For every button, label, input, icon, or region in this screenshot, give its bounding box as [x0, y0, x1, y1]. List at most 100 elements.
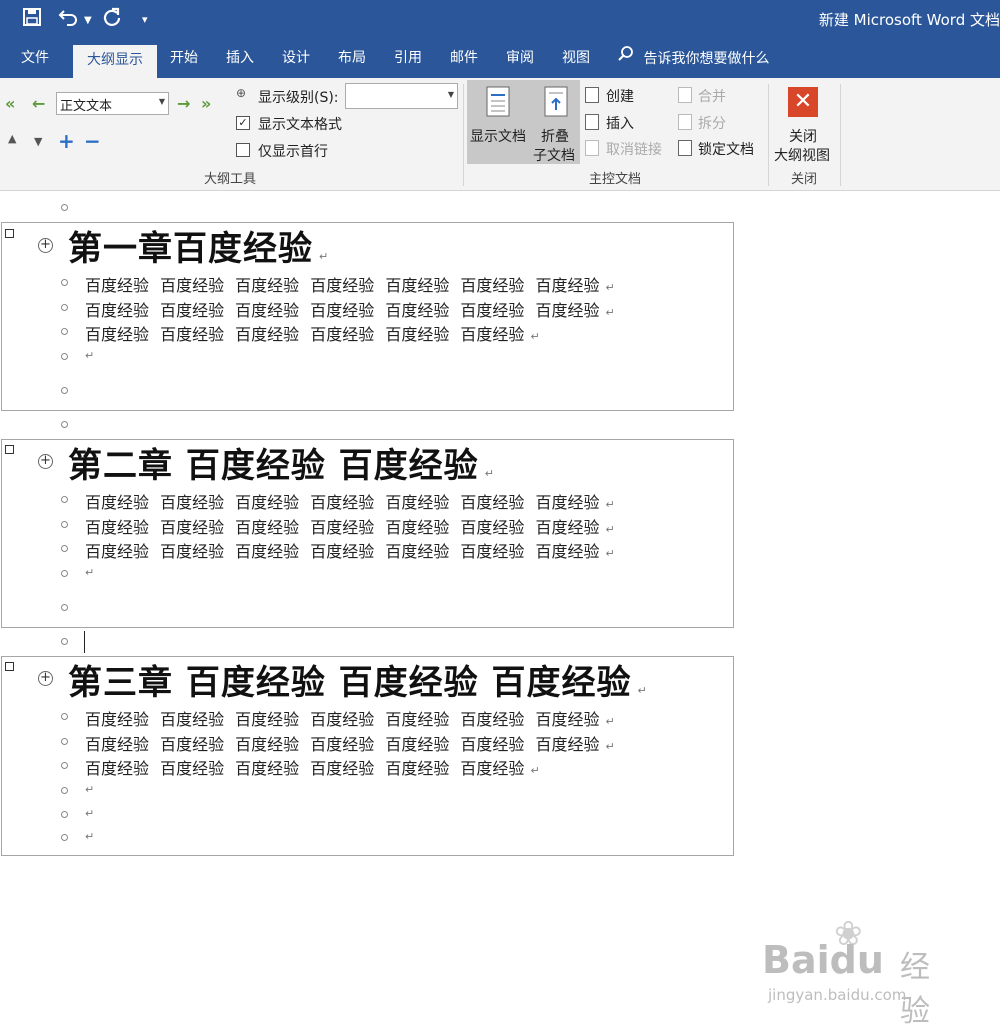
- redo-icon[interactable]: [102, 7, 122, 34]
- outline-bullet[interactable]: [61, 204, 68, 211]
- body-text-line[interactable]: 百度经验 百度经验 百度经验 百度经验 百度经验 百度经验 百度经验 ↵: [85, 272, 615, 296]
- body-text-line[interactable]: 百度经验 百度经验 百度经验 百度经验 百度经验 百度经验 百度经验 ↵: [85, 731, 615, 755]
- move-down-icon[interactable]: ▼: [34, 135, 42, 148]
- split-button[interactable]: 拆分: [698, 113, 726, 133]
- close-icon: ✕: [788, 87, 818, 117]
- outline-bullet[interactable]: [61, 353, 68, 360]
- unlink-button[interactable]: 取消链接: [606, 139, 662, 159]
- document-title: 新建 Microsoft Word 文档: [818, 11, 1000, 29]
- outline-level-select[interactable]: 正文文本 ▼: [56, 92, 169, 115]
- tab-review[interactable]: 审阅: [498, 41, 542, 78]
- outline-bullet[interactable]: [61, 387, 68, 394]
- insert-subdocument-icon: [585, 114, 599, 130]
- paragraph-mark: ↵: [319, 250, 330, 263]
- demote-to-body-text-icon[interactable]: »: [201, 94, 211, 113]
- body-text-line[interactable]: 百度经验 百度经验 百度经验 百度经验 百度经验 百度经验 ↵: [85, 755, 540, 779]
- show-document-label: 显示文档: [470, 129, 526, 145]
- outline-bullet[interactable]: [61, 570, 68, 577]
- chevron-down-icon: ▼: [447, 90, 454, 99]
- body-text-line[interactable]: 百度经验 百度经验 百度经验 百度经验 百度经验 百度经验 ↵: [85, 321, 540, 345]
- body-text-line[interactable]: 百度经验 百度经验 百度经验 百度经验 百度经验 百度经验 百度经验 ↵: [85, 297, 615, 321]
- outline-bullet[interactable]: [61, 279, 68, 286]
- watermark-brand: Baidu: [762, 938, 884, 982]
- lock-document-button[interactable]: 锁定文档: [698, 139, 754, 159]
- outline-bullet[interactable]: [61, 328, 68, 335]
- subdocument-icon[interactable]: [5, 445, 14, 454]
- promote-icon[interactable]: ←: [32, 94, 45, 113]
- outline-bullet[interactable]: [61, 834, 68, 841]
- expand-heading-icon[interactable]: +: [38, 671, 53, 686]
- chapter-heading[interactable]: 第三章 百度经验 百度经验 百度经验 ↵: [68, 655, 648, 704]
- customize-qat-icon[interactable]: ▾: [142, 8, 148, 32]
- outline-bullet[interactable]: [61, 787, 68, 794]
- save-icon[interactable]: [22, 7, 42, 34]
- first-line-only-checkbox[interactable]: [236, 143, 250, 157]
- merge-icon: [678, 87, 692, 103]
- outline-bullet[interactable]: [61, 521, 68, 528]
- paragraph-mark: ↵: [484, 467, 495, 480]
- body-text-line[interactable]: 百度经验 百度经验 百度经验 百度经验 百度经验 百度经验 百度经验 ↵: [85, 489, 615, 513]
- collapse-minus-icon[interactable]: −: [84, 129, 101, 153]
- subdocument-icon[interactable]: [5, 662, 14, 671]
- chapter-heading[interactable]: 第二章 百度经验 百度经验 ↵: [68, 438, 495, 487]
- collapse-label-line2[interactable]: 子文档: [533, 145, 575, 165]
- document-area[interactable]: + 第一章百度经验 ↵ 百度经验 百度经验 百度经验 百度经验 百度经验 百度经验…: [0, 191, 1000, 1029]
- outline-bullet[interactable]: [61, 421, 68, 428]
- expand-heading-icon[interactable]: +: [38, 238, 53, 253]
- tab-references[interactable]: 引用: [386, 41, 430, 78]
- watermark-url: jingyan.baidu.com: [768, 986, 907, 1004]
- tell-me-box[interactable]: 告诉我你想要做什么: [617, 41, 769, 78]
- tab-outline[interactable]: 大纲显示: [73, 45, 157, 78]
- show-document-icon: [486, 86, 512, 122]
- outline-bullet[interactable]: [61, 304, 68, 311]
- outline-bullet[interactable]: [61, 713, 68, 720]
- outline-bullet[interactable]: [61, 738, 68, 745]
- demote-icon[interactable]: →: [177, 94, 190, 113]
- outline-bullet[interactable]: [61, 604, 68, 611]
- outline-bullet[interactable]: [61, 545, 68, 552]
- promote-to-heading1-icon[interactable]: «: [5, 94, 15, 113]
- insert-subdocument-button[interactable]: 插入: [606, 113, 634, 133]
- body-text-line[interactable]: 百度经验 百度经验 百度经验 百度经验 百度经验 百度经验 百度经验 ↵: [85, 538, 615, 562]
- paragraph-mark: ↵: [605, 715, 615, 728]
- chapter-heading[interactable]: 第一章百度经验 ↵: [68, 221, 329, 270]
- body-text: 百度经验 百度经验 百度经验 百度经验 百度经验 百度经验 百度经验: [85, 493, 600, 512]
- search-icon: [617, 41, 635, 78]
- undo-icon[interactable]: [58, 7, 80, 34]
- ribbon: « ← 正文文本 ▼ → » ▲ ▼ + − ⊕ 显示级别(S): ▼ ✓ 显示…: [0, 78, 1000, 191]
- tab-layout[interactable]: 布局: [330, 41, 374, 78]
- body-text: 百度经验 百度经验 百度经验 百度经验 百度经验 百度经验 百度经验: [85, 542, 600, 561]
- subdocument-icon[interactable]: [5, 229, 14, 238]
- paragraph-mark: ↵: [85, 566, 95, 579]
- tab-view[interactable]: 视图: [554, 41, 598, 78]
- outline-bullet[interactable]: [61, 811, 68, 818]
- paragraph-mark: ↵: [85, 807, 95, 820]
- body-text-line[interactable]: 百度经验 百度经验 百度经验 百度经验 百度经验 百度经验 百度经验 ↵: [85, 514, 615, 538]
- tab-file[interactable]: 文件: [10, 41, 60, 78]
- expand-plus-icon[interactable]: +: [58, 129, 75, 153]
- collapse-label-line1[interactable]: 折叠: [541, 126, 569, 146]
- show-text-format-checkbox[interactable]: ✓: [236, 116, 250, 130]
- body-text-line[interactable]: 百度经验 百度经验 百度经验 百度经验 百度经验 百度经验 百度经验 ↵: [85, 706, 615, 730]
- move-up-icon[interactable]: ▲: [8, 132, 16, 145]
- expand-heading-icon[interactable]: +: [38, 454, 53, 469]
- chevron-down-icon: ▼: [158, 97, 165, 106]
- create-button[interactable]: 创建: [606, 86, 634, 106]
- tab-design[interactable]: 设计: [274, 41, 318, 78]
- paragraph-mark: ↵: [605, 740, 615, 753]
- tab-mailings[interactable]: 邮件: [442, 41, 486, 78]
- body-text: 百度经验 百度经验 百度经验 百度经验 百度经验 百度经验 百度经验: [85, 710, 600, 729]
- outline-bullet[interactable]: [61, 638, 68, 645]
- tab-home[interactable]: 开始: [162, 41, 206, 78]
- show-level-select[interactable]: ▼: [345, 83, 458, 109]
- show-level-icon: ⊕: [236, 86, 247, 100]
- show-text-format-label: 显示文本格式: [258, 117, 342, 133]
- tab-insert[interactable]: 插入: [218, 41, 262, 78]
- body-text: 百度经验 百度经验 百度经验 百度经验 百度经验 百度经验 百度经验: [85, 276, 600, 295]
- outline-bullet[interactable]: [61, 496, 68, 503]
- body-text: 百度经验 百度经验 百度经验 百度经验 百度经验 百度经验: [85, 759, 525, 778]
- outline-bullet[interactable]: [61, 762, 68, 769]
- text-cursor: [84, 631, 85, 653]
- undo-dropdown-icon[interactable]: ▼: [84, 9, 92, 33]
- merge-button[interactable]: 合并: [698, 86, 726, 106]
